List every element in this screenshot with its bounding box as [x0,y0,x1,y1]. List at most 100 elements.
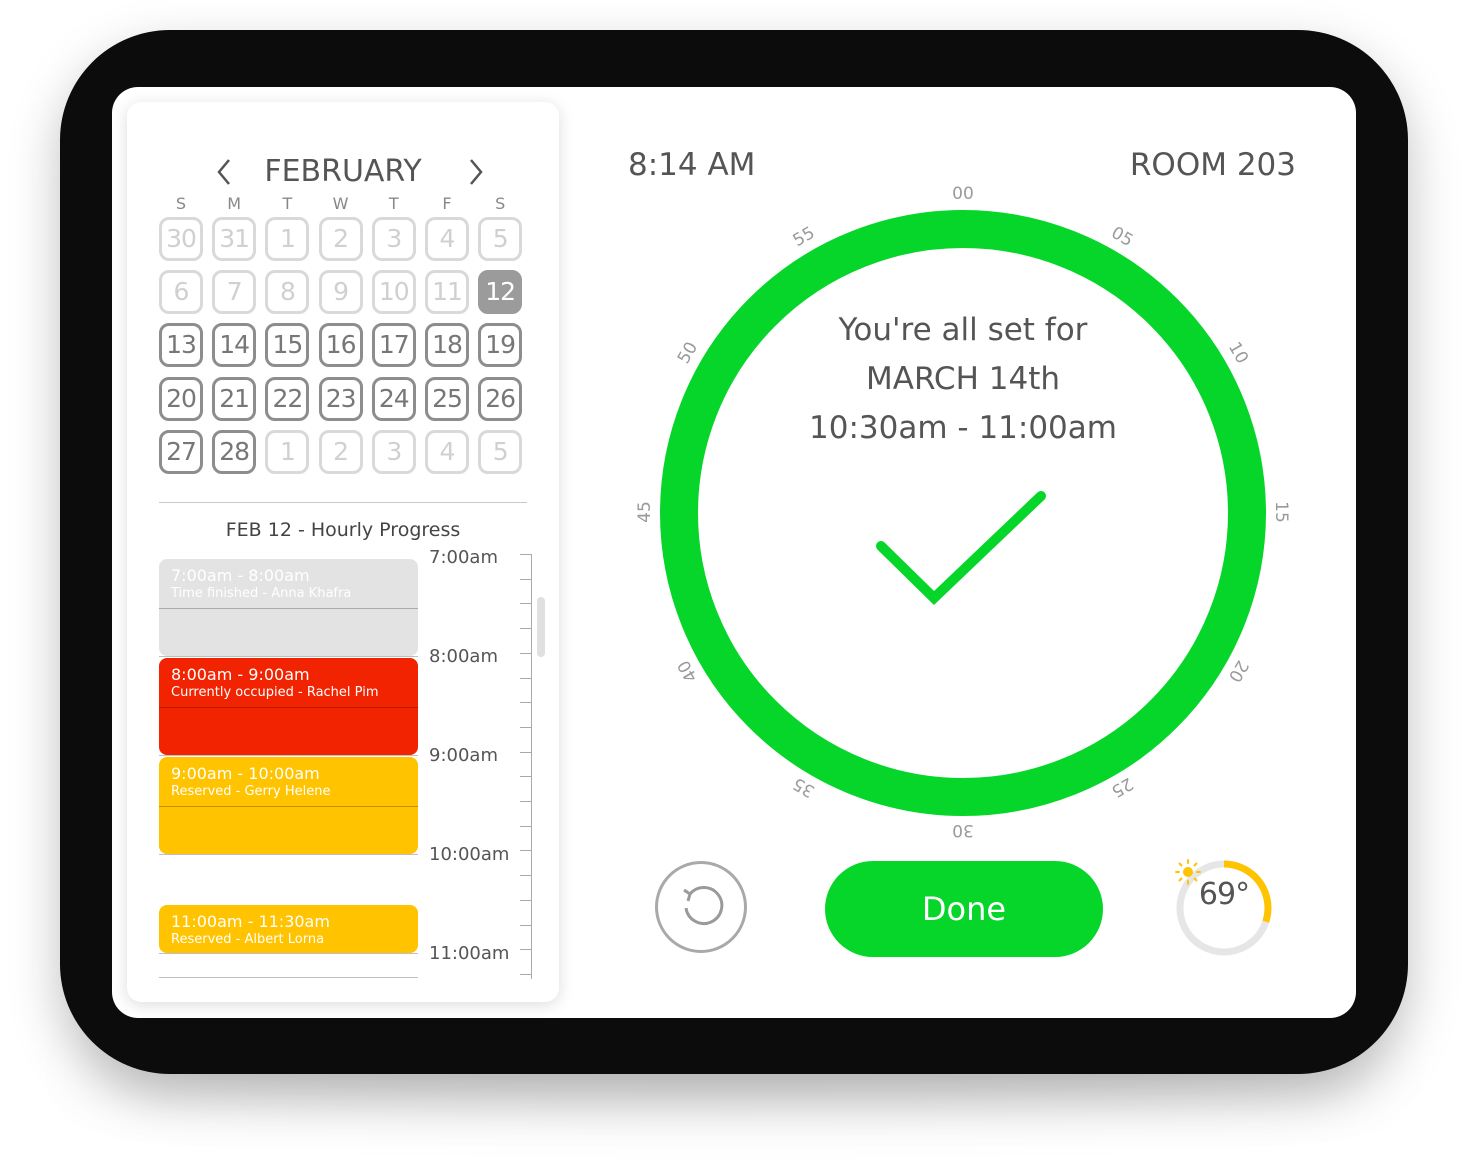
calendar-day[interactable]: 13 [159,323,203,368]
ruler-tick [520,702,532,704]
block-time: 8:00am - 9:00am [171,665,310,684]
calendar-day[interactable]: 24 [371,376,416,421]
calendar-day[interactable]: 15 [265,323,310,368]
calendar-day[interactable]: 14 [212,323,257,368]
half-hour-line [159,805,418,807]
block-status: Reserved - Albert Lorna [171,932,325,947]
schedule-block-reserved[interactable]: 11:00am - 11:30am Reserved - Albert Lorna [159,905,418,953]
hour-label: 11:00am [429,943,510,964]
ruler-tick [520,899,532,901]
calendar-day[interactable]: 21 [212,376,257,421]
confirmation-message: You're all set for MARCH 14th 10:30am - … [660,306,1266,453]
block-status: Time finished - Anna Khafra [171,586,352,601]
calendar-day[interactable]: 3 [371,429,416,474]
calendar-day[interactable]: 5 [478,429,523,474]
ruler-tick [520,825,532,827]
booking-dial: You're all set for MARCH 14th 10:30am - … [635,184,1291,840]
calendar-panel: FEBRUARY SMTWTFS 30 31 1 2 3 4 5 6 7 8 9 10 11 12 13 14… [127,102,559,1002]
hour-label: 10:00am [429,844,510,865]
weekday-label: T [282,194,293,213]
divider [159,502,527,503]
month-navigation: FEBRUARY [127,150,559,200]
hour-label: 8:00am [429,646,498,667]
hour-label: 7:00am [429,547,498,568]
sun-icon [1175,859,1201,885]
calendar-day[interactable]: 26 [478,376,523,421]
ruler-tick [520,677,532,679]
minute-label: 45 [635,501,655,523]
half-hour-line [159,607,418,609]
calendar-day[interactable]: 27 [159,429,203,474]
schedule-title: FEB 12 - Hourly Progress [225,519,461,541]
calendar-day[interactable]: 17 [371,323,416,368]
schedule-line [159,953,418,954]
hour-label: 9:00am [429,745,498,766]
calendar-day[interactable]: 23 [318,376,363,421]
calendar-day[interactable]: 7 [212,270,257,315]
calendar-day[interactable]: 19 [478,323,523,368]
block-time: 7:00am - 8:00am [171,566,310,585]
schedule-block-occupied[interactable]: 8:00am - 9:00am Currently occupied - Rach… [159,658,418,755]
ruler-tick [520,949,532,951]
calendar-day-selected[interactable]: 12 [478,270,523,315]
calendar-day[interactable]: 1 [265,429,310,474]
block-time: 11:00am - 11:30am [171,912,330,931]
calendar-day[interactable]: 31 [212,217,257,261]
calendar-day[interactable]: 3 [371,217,416,261]
room-name: ROOM 203 [1129,147,1296,183]
weekday-label: F [442,194,452,213]
ruler-tick [520,554,532,555]
schedule-line [159,755,418,756]
weather-widget[interactable]: 69° [1175,859,1273,957]
scrollbar[interactable] [537,597,545,657]
block-time: 9:00am - 10:00am [171,764,320,783]
calendar-day[interactable]: 22 [265,376,310,421]
confirmation-line-1: You're all set for [838,312,1088,348]
schedule-line [159,854,418,855]
schedule-block-reserved[interactable]: 9:00am - 10:00am Reserved - Gerry Helene [159,757,418,854]
weekday-label: M [227,194,242,213]
calendar-day[interactable]: 4 [425,217,469,261]
minute-label: 15 [1271,501,1291,523]
current-time: 8:14 AM [628,147,756,183]
month-title: FEBRUARY [264,154,422,189]
schedule-block-finished[interactable]: 7:00am - 8:00am Time finished - Anna Khaf… [159,559,418,656]
confirmation-date: MARCH 14th [865,361,1060,397]
weekday-label: T [388,194,399,213]
calendar-day[interactable]: 25 [425,376,469,421]
ruler-tick [520,973,532,975]
calendar-day[interactable]: 4 [425,429,469,474]
ruler-tick [520,850,532,852]
prev-month-icon[interactable] [209,152,239,192]
calendar-day[interactable]: 9 [318,270,363,315]
ruler-tick [520,603,532,605]
time-ruler [520,554,532,979]
calendar-day[interactable]: 10 [371,270,416,315]
calendar-day[interactable]: 28 [212,429,257,474]
ruler-tick [520,801,532,802]
reset-icon [683,886,724,925]
calendar-day[interactable]: 16 [318,323,363,368]
next-month-icon[interactable] [461,152,491,192]
reset-button[interactable] [655,861,747,953]
ruler-tick [520,776,532,778]
calendar-day[interactable]: 11 [425,270,469,315]
minute-label: 00 [952,184,974,204]
schedule-line [159,656,418,657]
done-button[interactable]: Done [825,861,1103,957]
weekday-label: S [495,194,506,213]
ruler-tick [520,628,532,630]
calendar-day[interactable]: 5 [478,217,523,261]
calendar-day[interactable]: 18 [425,323,469,368]
calendar-day[interactable]: 2 [318,429,363,474]
calendar-day[interactable]: 2 [318,217,363,261]
calendar-day[interactable]: 6 [159,270,203,315]
ruler-tick [520,652,532,654]
calendar-day[interactable]: 1 [265,217,310,261]
calendar-day[interactable]: 20 [159,376,203,421]
minute-label: 30 [952,820,974,840]
weekday-header: SMTWTFS [159,194,529,214]
ruler-tick [520,875,532,877]
calendar-day[interactable]: 30 [159,217,203,261]
calendar-day[interactable]: 8 [265,270,310,315]
